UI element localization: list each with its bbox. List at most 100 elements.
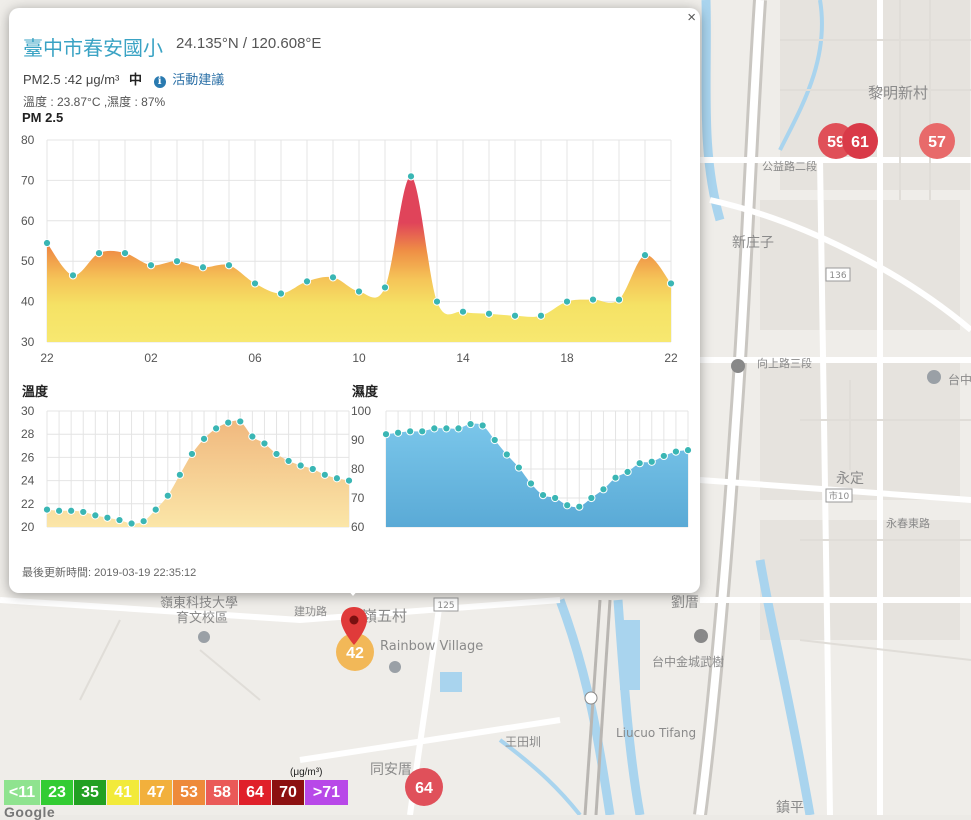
temperature-chart-point[interactable] [163, 491, 172, 500]
humidity-chart-point[interactable] [538, 491, 548, 500]
pm25-chart-point[interactable] [302, 277, 312, 286]
humidity-chart-point[interactable] [418, 427, 427, 436]
humidity-chart-point[interactable] [454, 424, 463, 433]
temperature-chart-point[interactable] [127, 519, 136, 528]
svg-text:42: 42 [346, 645, 364, 662]
info-icon[interactable]: i [153, 76, 166, 88]
activity-advice-link[interactable]: 活動建議 [172, 72, 224, 87]
temperature-chart-point[interactable] [91, 511, 100, 520]
pm25-chart-point[interactable] [666, 279, 676, 288]
temperature-chart-point[interactable] [103, 513, 112, 522]
temperature-chart-point[interactable] [296, 461, 305, 470]
humidity-chart-point[interactable] [442, 424, 451, 433]
pm25-chart-point[interactable] [458, 307, 468, 316]
temperature-chart-point[interactable] [284, 456, 293, 465]
humidity-chart-point[interactable] [635, 459, 644, 468]
humidity-chart-point[interactable] [563, 501, 572, 510]
pm25-chart-point[interactable] [146, 261, 156, 270]
route-shield-74a: 74 [731, 359, 745, 373]
humidity-chart-point[interactable] [430, 424, 439, 433]
map-label-jincheng: 台中金城武樹 [652, 654, 724, 669]
temperature-chart-point[interactable] [115, 515, 124, 525]
route-shield-136: 136 [825, 267, 851, 282]
humidity-chart-point[interactable] [502, 450, 511, 459]
legend-swatch: 64 [239, 780, 271, 805]
humidity-chart-point[interactable] [551, 493, 560, 503]
svg-text:136: 136 [829, 271, 846, 281]
google-logo: Google [4, 804, 56, 820]
pm25-chart-point[interactable] [198, 263, 208, 272]
legend-swatch: 41 [107, 780, 139, 805]
route-shield-125: 125 [433, 597, 459, 612]
humidity-chart-point[interactable] [514, 463, 523, 472]
humidity-chart-point[interactable] [599, 485, 608, 494]
temperature-chart-point[interactable] [212, 424, 221, 433]
humidity-chart-point[interactable] [659, 451, 668, 461]
pm25-chart-point[interactable] [68, 271, 78, 280]
pm25-chart-point[interactable] [224, 261, 234, 270]
pm25-chart-point[interactable] [536, 311, 546, 320]
humidity-chart-area [386, 423, 688, 527]
temperature-chart-point[interactable] [151, 505, 160, 514]
pm25-chart-point[interactable] [484, 309, 494, 318]
aqi-marker-61[interactable]: 61 [842, 123, 878, 159]
temperature-chart-point[interactable] [224, 418, 233, 427]
temperature-chart-point[interactable] [320, 470, 329, 479]
humidity-chart-point[interactable] [647, 457, 656, 466]
humidity-chart-point[interactable] [490, 435, 499, 445]
aqi-marker-57[interactable]: 57 [919, 123, 955, 159]
temperature-chart-point[interactable] [248, 432, 257, 441]
temperature-chart-point[interactable] [308, 464, 317, 474]
temperature-chart-point[interactable] [199, 434, 209, 443]
humidity-chart-point[interactable] [478, 421, 487, 430]
pm25-chart-xtick-label: 22 [664, 351, 678, 365]
pm25-chart-point[interactable] [42, 238, 52, 248]
humidity-chart-point[interactable] [671, 447, 681, 456]
humidity-chart-point[interactable] [623, 467, 632, 477]
pm25-chart-point[interactable] [614, 295, 624, 304]
temp-chart-title: 溫度 [22, 384, 49, 399]
humidity-chart-point[interactable] [406, 427, 415, 436]
pm25-chart-point[interactable] [94, 249, 104, 258]
pm25-chart-point[interactable] [510, 311, 520, 320]
humidity-chart-point[interactable] [683, 446, 693, 455]
pm25-chart-point[interactable] [406, 172, 416, 181]
pm25-chart-point[interactable] [172, 257, 182, 266]
humidity-chart-point[interactable] [611, 473, 620, 482]
pm25-chart-point[interactable] [588, 295, 598, 304]
humidity-chart-point[interactable] [587, 493, 596, 503]
pm25-chart-point[interactable] [562, 297, 572, 306]
temperature-chart-point[interactable] [79, 507, 88, 517]
pm25-chart-point[interactable] [328, 273, 338, 282]
pm25-chart-point[interactable] [640, 251, 650, 260]
pm25-chart-point[interactable] [276, 289, 286, 298]
humidity-chart-point[interactable] [575, 502, 584, 511]
temperature-chart-point[interactable] [139, 517, 148, 526]
pm25-chart-point[interactable] [380, 283, 390, 292]
temperature-chart-point[interactable] [175, 470, 184, 479]
temperature-chart-point[interactable] [54, 506, 64, 515]
pm-value-text: PM2.5 :42 μg/m³ [23, 72, 120, 87]
pm25-chart-point[interactable] [250, 279, 260, 288]
temperature-chart-point[interactable] [260, 439, 269, 448]
humidity-chart-point[interactable] [381, 430, 391, 439]
map-label-village4: 劉厝 [671, 595, 699, 611]
svg-text:61: 61 [851, 134, 869, 151]
temperature-chart-point[interactable] [187, 449, 197, 459]
pm25-chart-point[interactable] [432, 297, 442, 306]
pm25-chart-point[interactable] [354, 287, 364, 296]
temperature-chart-point[interactable] [236, 417, 245, 426]
temperature-chart-point[interactable] [42, 505, 52, 514]
map-label-wangtian: 王田圳 [505, 735, 541, 749]
pm25-chart-xtick-label: 22 [40, 351, 54, 365]
temperature-chart-point[interactable] [67, 506, 76, 515]
close-icon[interactable]: × [687, 10, 696, 26]
svg-text:74: 74 [696, 632, 706, 641]
humidity-chart-point[interactable] [393, 428, 403, 437]
humidity-chart-point[interactable] [466, 419, 475, 429]
pm25-chart-point[interactable] [120, 249, 130, 258]
humidity-chart-ytick-label: 60 [351, 520, 365, 534]
temperature-chart-point[interactable] [272, 449, 281, 459]
aqi-marker-64[interactable]: 64 [405, 768, 443, 806]
humidity-chart-point[interactable] [526, 479, 536, 488]
